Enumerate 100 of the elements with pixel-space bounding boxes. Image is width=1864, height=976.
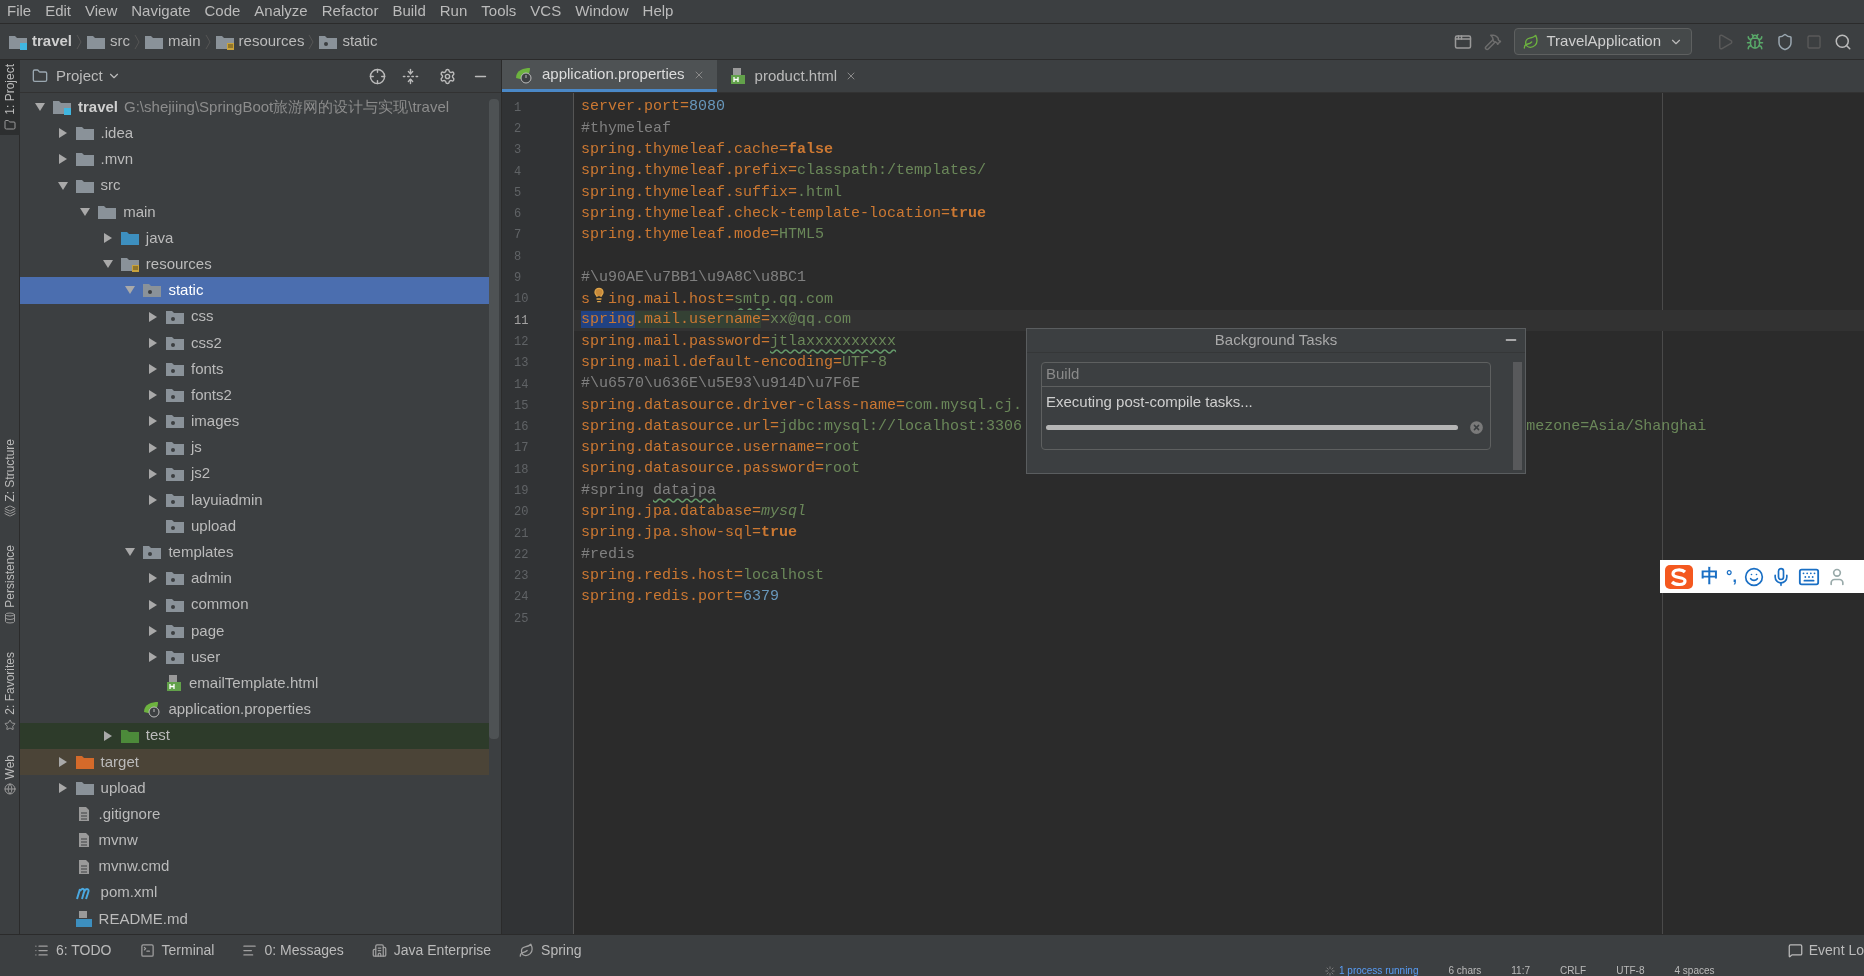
menu-item[interactable]: View [78,0,125,23]
tree-row[interactable]: main [20,198,489,225]
tree-row[interactable]: mvnw [20,827,489,854]
scrollbar[interactable] [489,99,499,739]
menu-item[interactable]: File [0,0,39,23]
tree-row[interactable]: application.properties [20,696,489,723]
smiley-icon[interactable] [1743,566,1764,587]
collapsed-arrow-icon[interactable] [147,336,159,349]
breadcrumb-item[interactable]: main [144,30,201,53]
tool-window-button[interactable]: Java Enterprise [371,939,492,961]
tree-row[interactable]: emailTemplate.html [20,670,489,697]
menu-item[interactable]: VCS [523,0,569,23]
collapsed-arrow-icon[interactable] [147,415,159,428]
lightbulb-icon[interactable] [591,287,607,304]
tree-row[interactable]: test [20,722,489,749]
menu-item[interactable]: Navigate [124,0,198,23]
menu-item[interactable]: Edit [38,0,79,23]
project-view-dropdown[interactable]: Project [56,64,121,88]
side-tool-tab[interactable]: 1: Project [0,60,20,135]
tree-row[interactable]: static [20,277,489,304]
collapsed-arrow-icon[interactable] [56,127,69,140]
tree-row[interactable]: mvnw.cmd [20,853,489,880]
tree-row[interactable]: admin [20,565,489,592]
collapsed-arrow-icon[interactable] [147,310,159,323]
collapsed-arrow-icon[interactable] [147,572,159,585]
window-icon[interactable] [1453,32,1472,51]
menu-item[interactable]: Run [432,0,475,23]
coverage-icon[interactable] [1776,32,1794,51]
collapsed-arrow-icon[interactable] [101,232,114,245]
breadcrumb-item[interactable]: static [318,30,378,53]
locate-icon[interactable] [369,67,386,85]
collapsed-arrow-icon[interactable] [147,441,159,454]
tool-window-button[interactable]: Spring [519,939,582,961]
collapsed-arrow-icon[interactable] [147,493,159,506]
expanded-arrow-icon[interactable] [79,205,92,218]
side-tool-tab[interactable]: Web [0,750,20,800]
tree-row[interactable]: css [20,303,489,330]
tool-window-button[interactable]: 0: Messages [242,939,344,961]
side-tool-tab[interactable]: 2: Favorites [0,648,20,735]
menu-item[interactable]: Tools [474,0,524,23]
tree-row[interactable]: layuiadmin [20,486,489,513]
collapsed-arrow-icon[interactable] [101,729,114,742]
breadcrumb-item[interactable]: src [86,30,131,53]
scrollbar[interactable] [1513,361,1522,470]
collapsed-arrow-icon[interactable] [56,781,69,794]
editor-tab[interactable]: application.properties [502,60,717,92]
tree-row[interactable]: pom.xml [20,879,489,906]
tree-row[interactable]: travel G:\shejiing\SpringBoot旅游网的设计与实现\travel [20,94,489,121]
tree-row[interactable]: target [20,748,489,775]
collapsed-arrow-icon[interactable] [147,362,159,375]
menu-item[interactable]: Window [568,0,636,23]
tree-row[interactable]: upload [20,774,489,802]
status-item[interactable]: CRLF [1560,965,1587,976]
run-configuration-dropdown[interactable]: TravelApplication [1513,28,1692,55]
side-tool-tab[interactable]: Persistence [0,541,20,629]
status-item[interactable]: 6 chars [1448,965,1482,976]
tree-row[interactable]: user [20,643,489,671]
status-item[interactable]: UTF-8 [1616,965,1645,976]
menu-item[interactable]: Help [635,0,681,23]
tree-row[interactable]: common [20,591,489,618]
event-log-button[interactable]: Event Lo [1787,939,1864,961]
tree-row[interactable]: js [20,434,489,461]
menu-item[interactable]: Refactor [314,0,386,23]
collapsed-arrow-icon[interactable] [147,598,159,611]
editor-tab[interactable]: product.html [716,60,870,92]
tree-row[interactable]: README.md [20,905,489,932]
tree-row[interactable]: fonts2 [20,382,489,409]
menu-item[interactable]: Analyze [247,0,315,23]
collapsed-arrow-icon[interactable] [147,651,159,664]
status-item[interactable]: 11:7 [1511,965,1531,976]
cancel-icon[interactable] [1468,419,1485,436]
tree-row[interactable]: fonts [20,355,489,383]
tree-row[interactable]: .gitignore [20,801,489,828]
tree-row[interactable]: templates [20,539,489,566]
process-status-link[interactable]: 1 process running [1339,965,1419,976]
status-item[interactable]: 4 spaces [1674,965,1715,976]
search-icon[interactable] [1834,32,1852,51]
collapsed-arrow-icon[interactable] [147,467,159,480]
breadcrumb-item[interactable]: travel [8,30,73,53]
tree-row[interactable]: css2 [20,329,489,356]
collapse-all-icon[interactable] [402,67,419,85]
tree-row[interactable]: src [20,172,489,199]
code-editor[interactable] [574,93,1864,934]
menu-item[interactable]: Code [197,0,248,23]
tree-row[interactable]: js2 [20,460,489,487]
collapsed-arrow-icon[interactable] [147,624,159,637]
collapsed-arrow-icon[interactable] [147,389,159,402]
tool-window-button[interactable]: Terminal [139,939,215,961]
tool-window-button[interactable]: 6: TODO [34,939,112,961]
tree-row[interactable]: resources [20,251,489,278]
tree-row[interactable]: .idea [20,120,489,147]
tree-row[interactable]: upload [20,513,489,540]
s-logo-icon[interactable] [1664,562,1694,591]
collapsed-arrow-icon[interactable] [56,153,69,166]
side-tool-tab[interactable]: Z: Structure [0,434,20,522]
breadcrumb-item[interactable]: resources [214,30,305,53]
settings-icon[interactable] [439,67,456,85]
menu-item[interactable]: Build [385,0,433,23]
punctuation-toggle[interactable]: °, [1726,564,1737,589]
expanded-arrow-icon[interactable] [56,179,69,192]
